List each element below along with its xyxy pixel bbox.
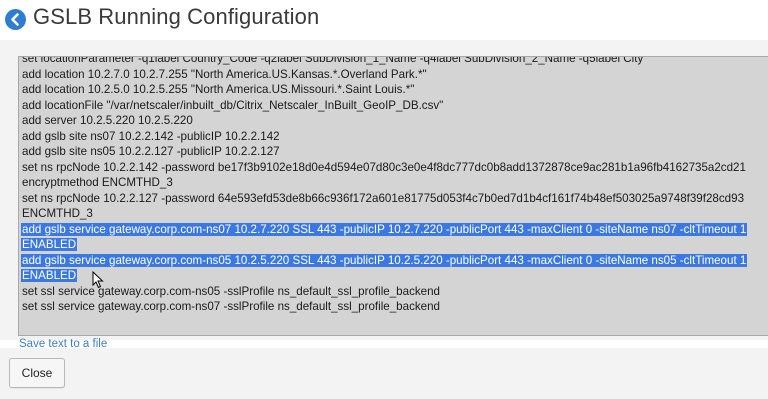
config-line: add gslb service gateway.corp.com-ns05 1… xyxy=(21,253,748,269)
config-line: set ns rpcNode 10.2.2.142 -password be17… xyxy=(21,160,747,176)
config-line-text: set locationParameter -q1label Country_C… xyxy=(22,56,644,65)
config-line-text: ENCMTHD_3 xyxy=(22,207,93,220)
config-line-text: add gslb service gateway.corp.com-ns05 1… xyxy=(21,253,748,267)
config-line-text: add gslb site ns07 10.2.2.142 -publicIP … xyxy=(22,129,280,143)
config-line: add location 10.2.5.0 10.2.5.255 "North … xyxy=(21,82,747,98)
dialog-content: set locationParameter -q1label Country_C… xyxy=(0,40,768,340)
config-line: ENABLED xyxy=(21,268,747,284)
mouse-cursor-icon xyxy=(92,271,104,289)
config-line: set ssl service gateway.corp.com-ns07 -s… xyxy=(21,299,747,315)
config-line: ENCMTHD_3 xyxy=(21,206,747,222)
config-line: add server 10.2.5.220 10.2.5.220 xyxy=(21,113,747,129)
config-line-text: set ns rpcNode 10.2.2.142 -password be17… xyxy=(22,160,746,174)
running-config-textarea[interactable]: set locationParameter -q1label Country_C… xyxy=(18,56,768,336)
config-line-text: ENABLED xyxy=(21,269,78,282)
config-line-text: ENABLED xyxy=(21,238,78,251)
config-line-text: add gslb site ns05 10.2.2.127 -publicIP … xyxy=(22,145,280,158)
config-line-text: add location 10.2.5.0 10.2.5.255 "North … xyxy=(22,83,415,96)
config-line: add gslb site ns05 10.2.2.127 -publicIP … xyxy=(21,144,747,160)
config-line-text: add locationFile "/var/netscaler/inbuilt… xyxy=(22,98,444,112)
config-line: set locationParameter -q1label Country_C… xyxy=(21,56,747,67)
config-line-text: set ns rpcNode 10.2.2.127 -password 64e5… xyxy=(22,191,745,205)
page-header: GSLB Running Configuration xyxy=(0,0,768,40)
config-line-text: set ssl service gateway.corp.com-ns07 -s… xyxy=(22,300,441,313)
page-title: GSLB Running Configuration xyxy=(33,4,320,29)
config-line: add locationFile "/var/netscaler/inbuilt… xyxy=(21,98,747,114)
config-line: set ns rpcNode 10.2.2.127 -password 64e5… xyxy=(21,191,747,207)
config-line-text: encryptmethod ENCMTHD_3 xyxy=(22,176,173,189)
config-line: add gslb service gateway.corp.com-ns07 1… xyxy=(21,222,748,238)
config-line-text: add location 10.2.7.0 10.2.7.255 "North … xyxy=(22,67,427,81)
dialog-footer: Close xyxy=(0,348,768,399)
config-line: set ssl service gateway.corp.com-ns05 -s… xyxy=(21,284,747,300)
config-line-text: set ssl service gateway.corp.com-ns05 -s… xyxy=(22,284,441,298)
config-line: add gslb site ns07 10.2.2.142 -publicIP … xyxy=(21,129,747,145)
config-line: add location 10.2.7.0 10.2.7.255 "North … xyxy=(21,67,747,83)
config-line: ENABLED xyxy=(21,237,747,253)
arrow-left-circle-icon[interactable] xyxy=(5,9,26,30)
config-line-text: add server 10.2.5.220 10.2.5.220 xyxy=(22,114,193,127)
config-line: encryptmethod ENCMTHD_3 xyxy=(21,175,747,191)
config-line-text: add gslb service gateway.corp.com-ns07 1… xyxy=(21,222,748,236)
close-button[interactable]: Close xyxy=(9,358,65,388)
config-text: set locationParameter -q1label Country_C… xyxy=(21,56,748,315)
